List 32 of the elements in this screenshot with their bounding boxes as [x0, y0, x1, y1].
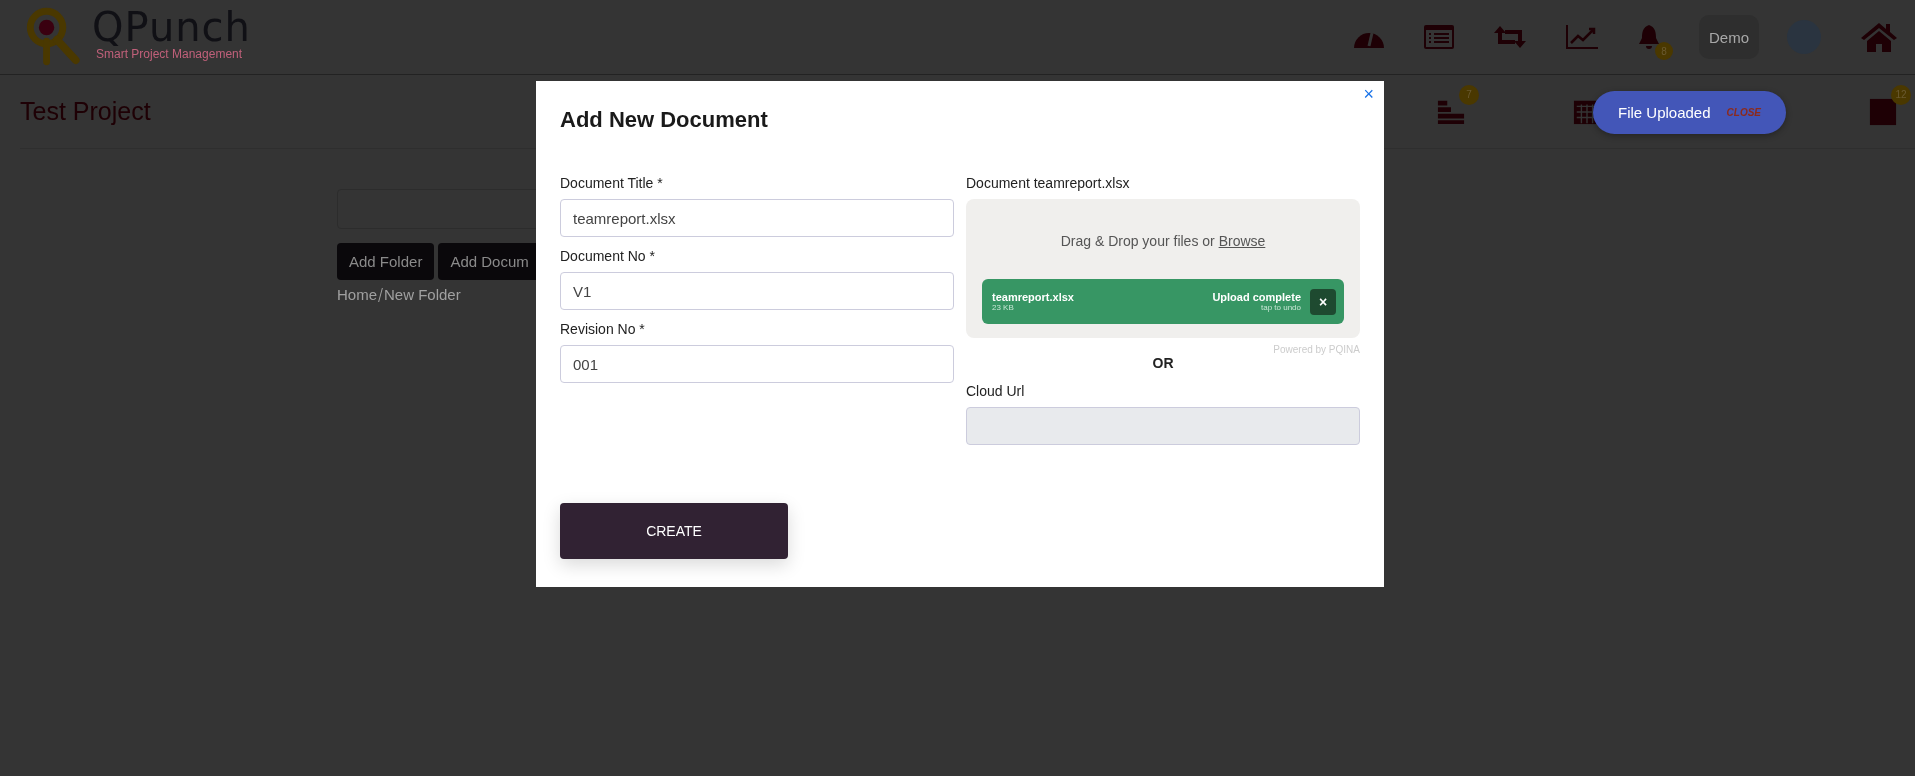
logo-tagline: Smart Project Management [96, 47, 244, 61]
browse-link[interactable]: Browse [1218, 233, 1266, 249]
action-button[interactable]: Add Folder [337, 243, 435, 280]
remove-file-button[interactable]: × [1310, 288, 1336, 315]
modal-title: Add New Document [560, 107, 769, 133]
bell-icon[interactable] [1637, 24, 1661, 50]
breadcrumb-link[interactable]: New Folder [384, 286, 461, 303]
close-button[interactable]: × [1359, 85, 1378, 103]
field-label: Cloud Url [966, 383, 1026, 399]
create-button[interactable]: CREATE [560, 503, 788, 559]
user-button[interactable]: Demo [1699, 15, 1759, 59]
upload-status: Upload complete [1212, 291, 1301, 303]
input-field[interactable]: V1 [560, 272, 954, 310]
breadcrumb-link[interactable]: Home [337, 286, 377, 303]
file-size: 23 KB [992, 303, 1015, 312]
field-label: Document Title * [560, 175, 664, 191]
undo-hint: tap to undo [1260, 303, 1301, 312]
home-icon[interactable] [1859, 21, 1899, 53]
repeat-icon[interactable] [1493, 24, 1527, 50]
input-field[interactable]: 001 [560, 345, 954, 383]
note-icon[interactable] [1869, 96, 1897, 127]
list-icon[interactable] [1423, 24, 1455, 50]
drop-prompt: Drag & Drop your files or [1060, 233, 1216, 249]
or-separator: OR [1151, 355, 1175, 371]
file-name: teamreport.xlsx [992, 291, 1075, 303]
toast-message: File Uploaded [1618, 104, 1711, 121]
input-field[interactable]: teamreport.xlsx [560, 199, 954, 237]
drop-zone[interactable]: Drag & Drop your files or Browse teamreport.xlsx 23 KB Upload complete tap to undo × [966, 199, 1360, 338]
field-label: Document teamreport.xlsx [966, 175, 1131, 191]
field-label: Document No * [560, 248, 656, 264]
line-chart-icon[interactable] [1565, 24, 1599, 50]
field-label: Revision No * [560, 321, 646, 337]
